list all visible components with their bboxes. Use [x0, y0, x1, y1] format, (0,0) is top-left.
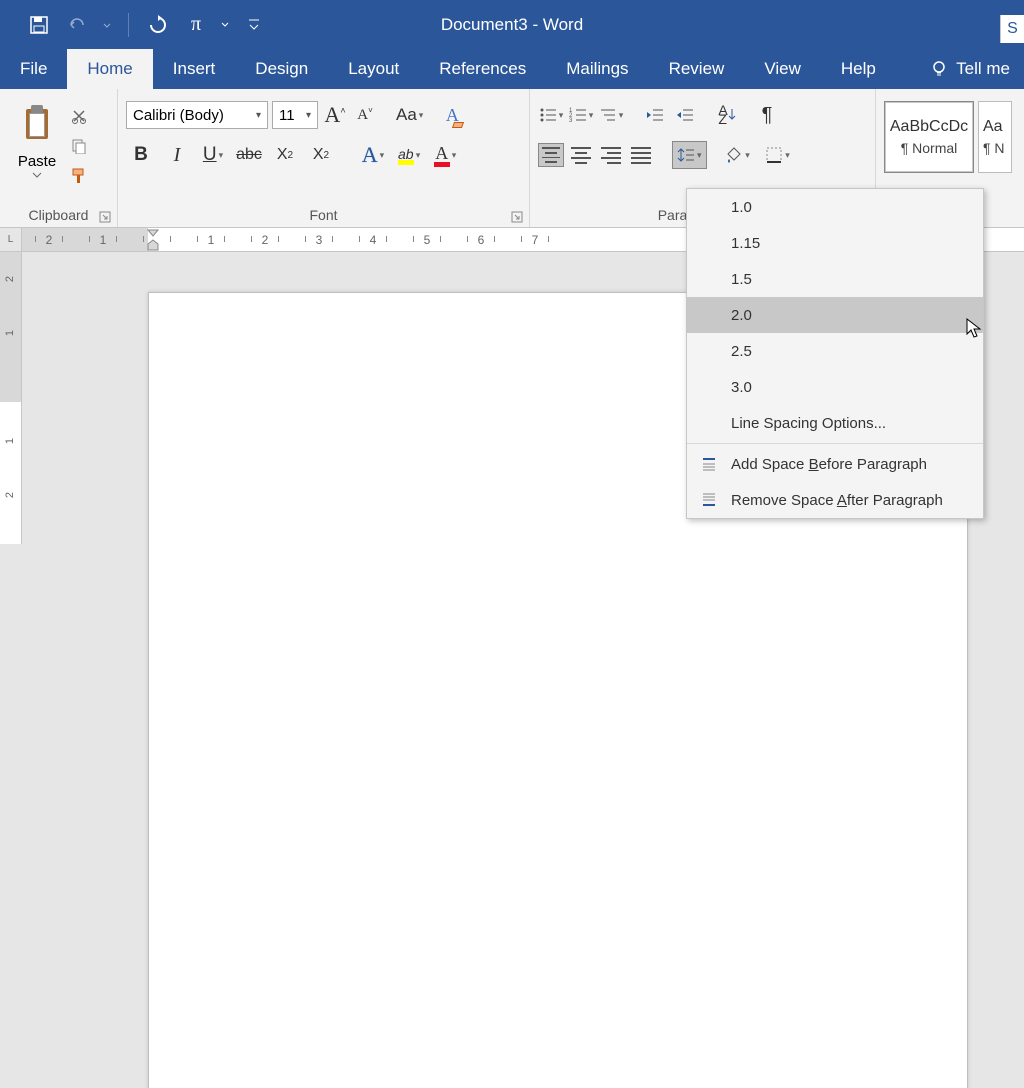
font-color-button[interactable]: A ▾ — [432, 141, 458, 169]
vertical-ruler[interactable]: 2 1 1 2 — [0, 252, 22, 544]
menu-separator — [687, 443, 983, 444]
style-next[interactable]: Aa ¶ N — [978, 101, 1012, 173]
equation-icon[interactable]: π — [181, 10, 211, 40]
change-case-button[interactable]: Aa▾ — [396, 101, 423, 129]
menu-item-label: Add Space Before Paragraph — [731, 456, 927, 473]
group-font-label: Font — [118, 203, 529, 227]
clipboard-launcher-icon[interactable] — [99, 211, 113, 225]
grow-font-button[interactable]: A˄ — [322, 101, 348, 129]
add-space-before-icon — [697, 456, 721, 472]
tab-insert[interactable]: Insert — [153, 49, 236, 89]
tab-selector[interactable]: L — [0, 228, 22, 252]
strikethrough-button[interactable]: abc — [236, 141, 262, 169]
undo-icon[interactable] — [62, 10, 92, 40]
tell-me-label: Tell me — [956, 59, 1010, 79]
chevron-down-icon: ▾ — [256, 110, 261, 121]
subscript-button[interactable]: X2 — [272, 141, 298, 169]
title-bar: π Document3 - Word S — [0, 0, 1024, 49]
justify-button[interactable] — [628, 143, 654, 167]
tell-me[interactable]: Tell me — [916, 49, 1024, 89]
style-name: ¶ N — [983, 140, 1005, 156]
copy-icon[interactable] — [68, 135, 90, 157]
equation-dropdown-icon[interactable] — [219, 10, 231, 40]
text-effects-button[interactable]: A▾ — [360, 141, 386, 169]
tab-layout[interactable]: Layout — [328, 49, 419, 89]
repeat-icon[interactable] — [143, 10, 173, 40]
chevron-down-icon: ▾ — [306, 110, 311, 121]
share-button[interactable]: S — [1000, 15, 1024, 43]
format-painter-icon[interactable] — [68, 165, 90, 187]
style-name: ¶ Normal — [901, 140, 958, 156]
line-spacing-option[interactable]: 1.15 — [687, 225, 983, 261]
align-right-button[interactable] — [598, 143, 624, 167]
tab-file[interactable]: File — [0, 49, 67, 89]
group-clipboard-label: Clipboard — [0, 203, 117, 227]
align-center-button[interactable] — [568, 143, 594, 167]
line-spacing-option[interactable]: 3.0 — [687, 369, 983, 405]
font-size-value: 11 — [279, 107, 295, 124]
show-marks-button[interactable]: ¶ — [754, 101, 780, 129]
line-spacing-option[interactable]: 2.0 — [687, 297, 983, 333]
menu-item-label: Remove Space After Paragraph — [731, 492, 943, 509]
font-name-combo[interactable]: Calibri (Body) ▾ — [126, 101, 268, 129]
bold-button[interactable]: B — [128, 141, 154, 169]
svg-text:3: 3 — [569, 118, 573, 123]
decrease-indent-button[interactable] — [642, 101, 668, 129]
multilevel-list-button[interactable]: ▾ — [598, 101, 624, 129]
bullets-button[interactable]: ▾ — [538, 101, 564, 129]
clear-formatting-button[interactable]: A — [439, 101, 465, 129]
save-icon[interactable] — [24, 10, 54, 40]
shrink-font-button[interactable]: A˅ — [352, 101, 378, 129]
clipboard-icon — [20, 103, 54, 145]
paste-button[interactable]: Paste — [8, 95, 66, 178]
tab-help[interactable]: Help — [821, 49, 896, 89]
tab-view[interactable]: View — [744, 49, 821, 89]
ribbon-tabs: File Home Insert Design Layout Reference… — [0, 49, 1024, 89]
cut-icon[interactable] — [68, 105, 90, 127]
shading-button[interactable]: ▾ — [725, 141, 751, 169]
font-size-combo[interactable]: 11 ▾ — [272, 101, 318, 129]
style-preview: Aa — [983, 118, 1003, 136]
paste-label: Paste — [18, 153, 56, 170]
tab-review[interactable]: Review — [649, 49, 745, 89]
superscript-button[interactable]: X2 — [308, 141, 334, 169]
group-font: Calibri (Body) ▾ 11 ▾ A˄ A˅ Aa▾ A B — [118, 89, 530, 227]
highlight-button[interactable]: ab ▾ — [396, 141, 422, 169]
add-space-before[interactable]: Add Space Before Paragraph — [687, 446, 983, 482]
style-preview: AaBbCcDc — [890, 118, 968, 136]
tab-design[interactable]: Design — [235, 49, 328, 89]
remove-space-after[interactable]: Remove Space After Paragraph — [687, 482, 983, 518]
line-spacing-options[interactable]: Line Spacing Options... — [687, 405, 983, 441]
remove-space-after-icon — [697, 492, 721, 508]
sort-button[interactable]: AZ — [714, 101, 740, 129]
tab-home[interactable]: Home — [67, 49, 152, 89]
indent-marker-icon[interactable] — [146, 228, 160, 252]
align-left-button[interactable] — [538, 143, 564, 167]
tab-mailings[interactable]: Mailings — [546, 49, 648, 89]
increase-indent-button[interactable] — [672, 101, 698, 129]
line-spacing-button[interactable]: ▾ — [672, 141, 707, 169]
italic-button[interactable]: I — [164, 141, 190, 169]
line-spacing-menu: 1.0 1.15 1.5 2.0 2.5 3.0 Line Spacing Op… — [686, 188, 984, 519]
numbering-button[interactable]: 123▾ — [568, 101, 594, 129]
font-name-value: Calibri (Body) — [133, 107, 224, 124]
borders-button[interactable]: ▾ — [765, 141, 791, 169]
lightbulb-icon — [930, 60, 948, 78]
font-launcher-icon[interactable] — [511, 211, 525, 225]
underline-button[interactable]: U▾ — [200, 141, 226, 169]
line-spacing-option[interactable]: 1.5 — [687, 261, 983, 297]
style-normal[interactable]: AaBbCcDc ¶ Normal — [884, 101, 974, 173]
redo-icon[interactable] — [100, 10, 114, 40]
customize-qat-icon[interactable] — [239, 10, 269, 40]
line-spacing-icon — [677, 146, 695, 164]
tab-references[interactable]: References — [419, 49, 546, 89]
group-clipboard: Paste Clipboard — [0, 89, 118, 227]
quick-access-toolbar: π — [0, 10, 269, 40]
line-spacing-option[interactable]: 1.0 — [687, 189, 983, 225]
line-spacing-option[interactable]: 2.5 — [687, 333, 983, 369]
